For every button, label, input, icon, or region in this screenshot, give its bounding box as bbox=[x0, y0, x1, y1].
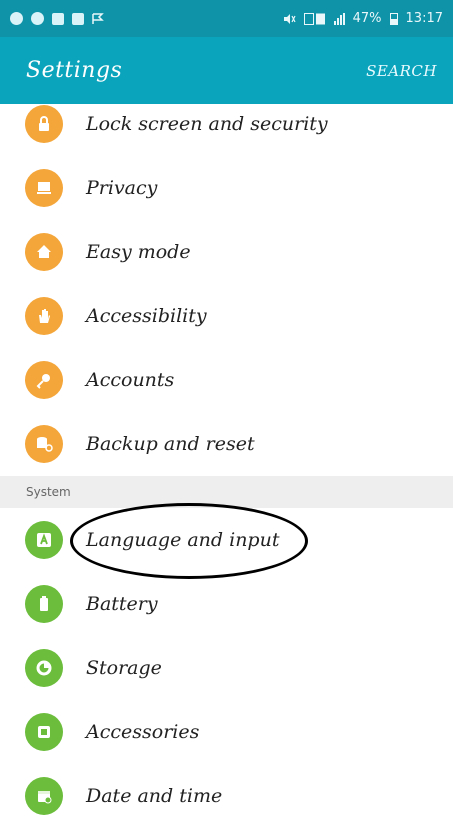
battery-icon bbox=[389, 12, 398, 25]
flag-icon bbox=[92, 12, 104, 24]
accessories-icon bbox=[25, 713, 63, 751]
status-right-icons: 47% 13:17 bbox=[282, 11, 443, 26]
battery-icon bbox=[25, 585, 63, 623]
settings-item-easy-mode[interactable]: Easy mode bbox=[0, 220, 453, 284]
settings-item-label: Easy mode bbox=[86, 241, 191, 263]
settings-item-battery[interactable]: Battery bbox=[0, 572, 453, 636]
sync-icon bbox=[10, 12, 23, 25]
page-title: Settings bbox=[26, 58, 123, 83]
settings-item-label: Battery bbox=[86, 593, 158, 615]
settings-item-label: Language and input bbox=[86, 529, 280, 551]
data-icon bbox=[303, 12, 325, 25]
settings-item-backup[interactable]: Backup and reset bbox=[0, 412, 453, 476]
settings-item-accessibility[interactable]: Accessibility bbox=[0, 284, 453, 348]
key-icon bbox=[25, 361, 63, 399]
settings-item-label: Accessibility bbox=[86, 305, 207, 327]
whatsapp-icon bbox=[31, 12, 44, 25]
battery-percentage: 47% bbox=[352, 11, 382, 26]
settings-item-privacy[interactable]: Privacy bbox=[0, 156, 453, 220]
settings-item-label: Storage bbox=[86, 657, 162, 679]
calendar-icon bbox=[72, 12, 84, 25]
home-icon bbox=[25, 233, 63, 271]
lock-icon bbox=[25, 105, 63, 143]
settings-item-label: Privacy bbox=[86, 177, 158, 199]
signal-icon bbox=[333, 12, 345, 25]
settings-item-storage[interactable]: Storage bbox=[0, 636, 453, 700]
status-left-icons bbox=[10, 12, 104, 25]
settings-item-label: Accessories bbox=[86, 721, 200, 743]
settings-item-label: Accounts bbox=[86, 369, 175, 391]
privacy-icon bbox=[25, 169, 63, 207]
status-bar: 47% 13:17 bbox=[0, 0, 453, 37]
clock: 13:17 bbox=[405, 11, 443, 26]
mute-icon bbox=[283, 13, 296, 24]
settings-item-accessories[interactable]: Accessories bbox=[0, 700, 453, 764]
hand-icon bbox=[25, 297, 63, 335]
settings-item-language[interactable]: Language and input bbox=[0, 508, 453, 572]
storage-icon bbox=[25, 649, 63, 687]
settings-item-date-time[interactable]: Date and time bbox=[0, 764, 453, 828]
section-header-system: System bbox=[0, 476, 453, 508]
settings-item-label: Date and time bbox=[86, 785, 223, 807]
settings-item-label: Lock screen and security bbox=[86, 113, 328, 135]
backup-icon bbox=[25, 425, 63, 463]
calendar-icon bbox=[25, 777, 63, 815]
settings-item-label: Backup and reset bbox=[86, 433, 255, 455]
language-icon bbox=[25, 521, 63, 559]
settings-list: Lock screen and security Privacy Easy mo… bbox=[0, 104, 453, 828]
settings-item-lock-screen[interactable]: Lock screen and security bbox=[0, 92, 453, 156]
search-button[interactable]: SEARCH bbox=[366, 62, 437, 80]
gallery-icon bbox=[52, 12, 64, 25]
settings-item-accounts[interactable]: Accounts bbox=[0, 348, 453, 412]
